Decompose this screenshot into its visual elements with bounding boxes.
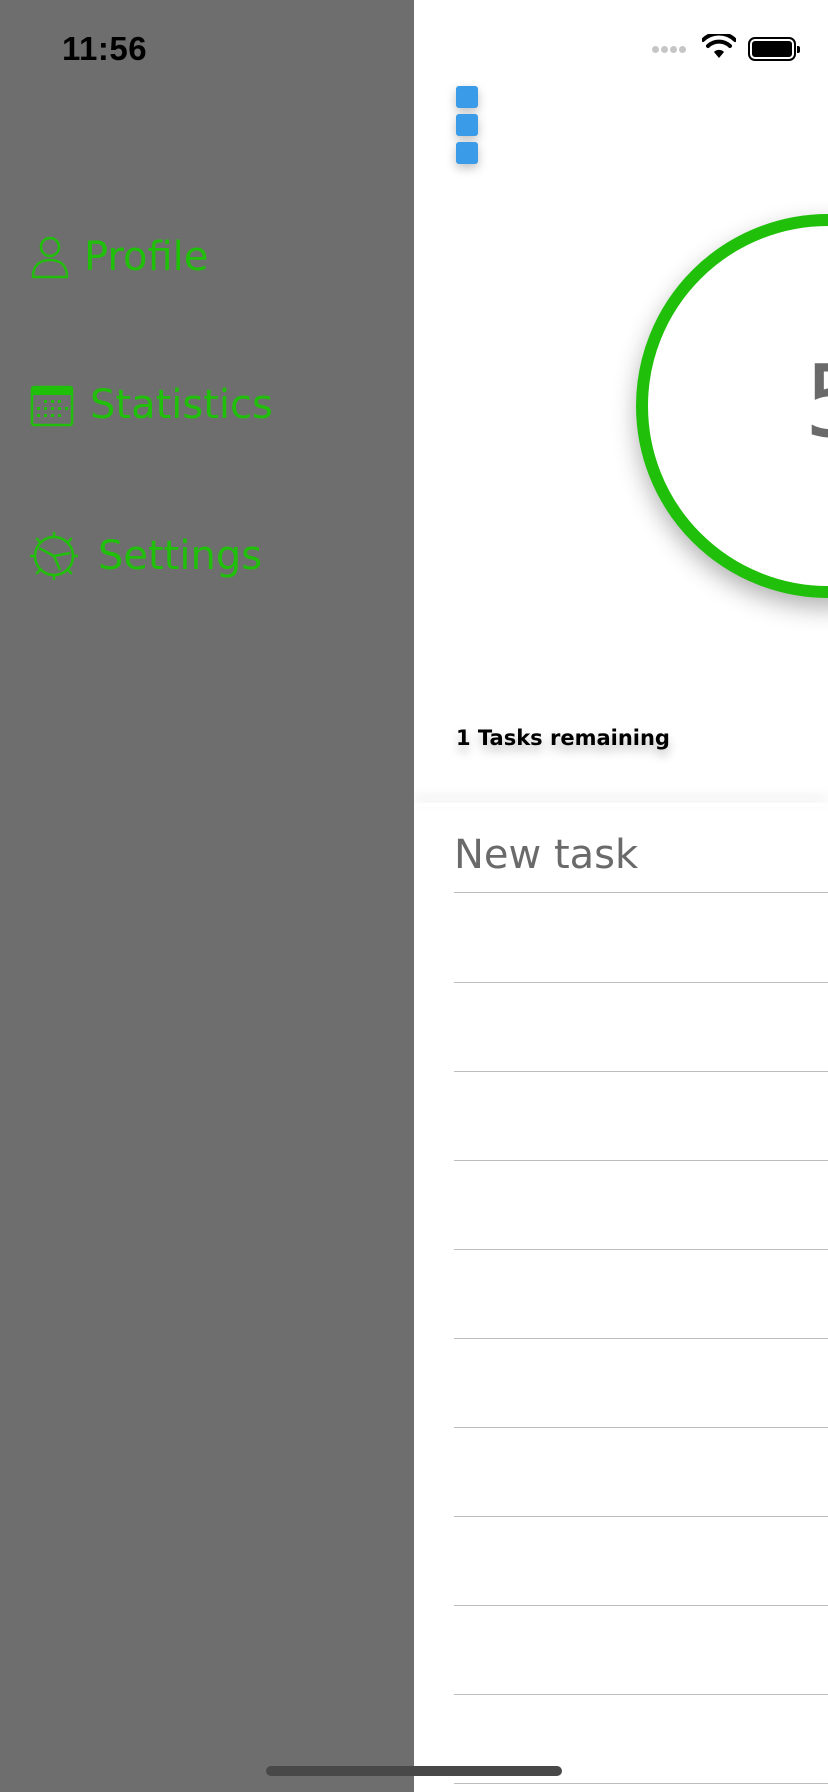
task-row[interactable] bbox=[454, 1160, 828, 1161]
menu-square bbox=[456, 142, 478, 164]
status-time: 11:56 bbox=[62, 30, 148, 67]
task-row[interactable] bbox=[454, 1249, 828, 1250]
main-panel: 5 1 Tasks remaining bbox=[414, 0, 828, 1792]
progress-ring bbox=[636, 214, 828, 598]
menu-toggle-button[interactable] bbox=[456, 86, 482, 170]
drawer-item-profile[interactable]: Profile bbox=[30, 234, 208, 280]
drawer-item-settings[interactable]: Settings bbox=[30, 532, 262, 580]
menu-square bbox=[456, 86, 478, 108]
new-task-input[interactable] bbox=[454, 818, 828, 893]
task-row[interactable] bbox=[454, 1605, 828, 1606]
drawer-item-label: Profile bbox=[84, 234, 209, 280]
menu-square bbox=[456, 114, 478, 136]
wifi-icon bbox=[701, 31, 737, 64]
calendar-icon bbox=[30, 383, 74, 427]
tasks-remaining-label: 1 Tasks remaining bbox=[456, 726, 670, 750]
battery-icon bbox=[748, 37, 800, 61]
status-icons bbox=[652, 31, 800, 64]
task-row[interactable] bbox=[454, 1694, 828, 1695]
task-row[interactable] bbox=[454, 1783, 828, 1784]
progress-number: 5 bbox=[804, 352, 828, 452]
person-icon bbox=[30, 235, 70, 279]
task-row[interactable] bbox=[454, 1071, 828, 1072]
home-indicator[interactable] bbox=[266, 1766, 562, 1776]
gear-icon bbox=[30, 532, 78, 580]
app-screen: 11:56 Profile Statistics Settings 1 Task… bbox=[0, 0, 828, 1792]
drawer-item-label: Settings bbox=[98, 533, 263, 579]
task-row[interactable] bbox=[454, 982, 828, 983]
list-divider bbox=[414, 803, 828, 807]
task-row[interactable] bbox=[454, 1516, 828, 1517]
signal-icon bbox=[652, 45, 688, 53]
task-row[interactable] bbox=[454, 1427, 828, 1428]
side-drawer: 11:56 Profile Statistics Settings bbox=[0, 0, 414, 1792]
drawer-item-statistics[interactable]: Statistics bbox=[30, 382, 273, 428]
drawer-item-label: Statistics bbox=[90, 382, 273, 428]
task-row[interactable] bbox=[454, 1338, 828, 1339]
